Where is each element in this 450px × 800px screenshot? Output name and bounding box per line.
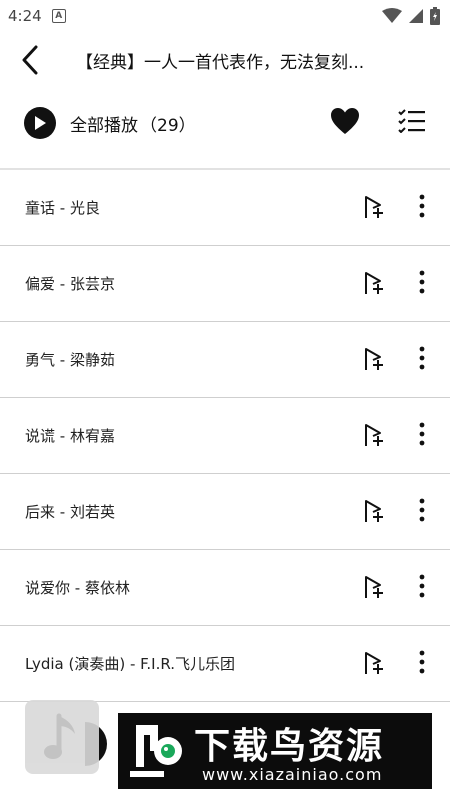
more-options-button[interactable]	[410, 346, 434, 372]
add-to-playlist-button[interactable]	[361, 194, 387, 220]
song-row[interactable]: 勇气 - 梁静茹	[0, 322, 450, 398]
song-title: 勇气 - 梁静茹	[25, 351, 115, 369]
add-to-playlist-icon	[365, 652, 383, 674]
more-vertical-icon	[419, 574, 425, 598]
add-to-playlist-button[interactable]	[361, 346, 387, 372]
chevron-left-icon	[22, 45, 38, 75]
heart-icon	[331, 108, 359, 134]
music-note-icon	[44, 713, 75, 759]
battery-icon	[430, 7, 440, 25]
song-row[interactable]: 说谎 - 林宥嘉	[0, 398, 450, 474]
song-title: 说爱你 - 蔡依林	[25, 579, 130, 597]
song-row[interactable]: Lydia (演奏曲) - F.I.R.飞儿乐团	[0, 626, 450, 702]
favorite-button[interactable]	[330, 107, 360, 139]
more-options-button[interactable]	[410, 574, 434, 600]
bottom-bar	[0, 789, 450, 800]
status-right	[382, 7, 440, 25]
notification-icon: A	[51, 9, 66, 23]
add-to-playlist-button[interactable]	[361, 270, 387, 296]
checklist-icon	[398, 109, 425, 134]
more-options-button[interactable]	[410, 270, 434, 296]
song-row[interactable]: 童话 - 光良	[0, 170, 450, 246]
song-list: 童话 - 光良 偏爱 - 张芸京 勇气 - 梁静茹 说谎 - 林宥嘉 后来 - …	[0, 170, 450, 702]
add-to-playlist-button[interactable]	[361, 498, 387, 524]
more-options-button[interactable]	[410, 498, 434, 524]
more-options-button[interactable]	[410, 422, 434, 448]
add-to-playlist-icon	[365, 272, 383, 294]
add-to-playlist-icon	[365, 424, 383, 446]
app-icon[interactable]	[25, 700, 99, 774]
status-left: 4:24 A	[8, 7, 66, 25]
watermark-banner: 下载鸟资源 www.xiazainiao.com	[118, 713, 432, 789]
wifi-icon	[382, 8, 402, 23]
song-title: 后来 - 刘若英	[25, 503, 115, 521]
more-vertical-icon	[419, 650, 425, 674]
status-bar: 4:24 A	[0, 0, 450, 32]
signal-icon	[409, 9, 423, 23]
song-title: 童话 - 光良	[25, 199, 100, 217]
add-to-playlist-icon	[365, 348, 383, 370]
more-vertical-icon	[419, 194, 425, 218]
song-title: 偏爱 - 张芸京	[25, 275, 115, 293]
more-options-button[interactable]	[410, 650, 434, 676]
more-vertical-icon	[419, 422, 425, 446]
multi-select-button[interactable]	[398, 109, 426, 137]
play-all-button[interactable]: 全部播放 （29）	[24, 107, 196, 139]
play-all-label: 全部播放	[70, 115, 138, 136]
status-time: 4:24	[8, 7, 42, 25]
add-to-playlist-icon	[365, 500, 383, 522]
watermark-url: www.xiazainiao.com	[202, 765, 383, 784]
page-title: 【经典】一人一首代表作，无法复刻...	[76, 52, 365, 73]
add-to-playlist-button[interactable]	[361, 650, 387, 676]
add-to-playlist-button[interactable]	[361, 574, 387, 600]
add-to-playlist-icon	[365, 576, 383, 598]
bird-logo-icon	[130, 725, 182, 777]
song-title: 说谎 - 林宥嘉	[25, 427, 115, 445]
song-row[interactable]: 后来 - 刘若英	[0, 474, 450, 550]
more-vertical-icon	[419, 498, 425, 522]
play-icon	[35, 116, 46, 130]
add-to-playlist-button[interactable]	[361, 422, 387, 448]
watermark-name: 下载鸟资源	[194, 726, 385, 767]
song-count: （29）	[140, 115, 196, 136]
add-to-playlist-icon	[365, 196, 383, 218]
song-row[interactable]: 说爱你 - 蔡依林	[0, 550, 450, 626]
more-vertical-icon	[419, 270, 425, 294]
more-options-button[interactable]	[410, 194, 434, 220]
more-vertical-icon	[419, 346, 425, 370]
header: 【经典】一人一首代表作，无法复刻...	[0, 32, 450, 88]
back-button[interactable]	[0, 32, 60, 88]
play-circle	[24, 107, 56, 139]
play-all-row: 全部播放 （29）	[0, 88, 450, 158]
song-row[interactable]: 偏爱 - 张芸京	[0, 246, 450, 322]
song-title: Lydia (演奏曲) - F.I.R.飞儿乐团	[25, 655, 235, 673]
